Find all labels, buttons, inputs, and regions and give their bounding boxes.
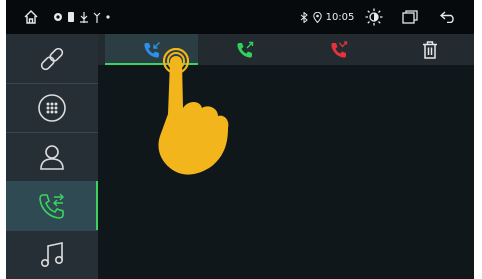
brightness-icon[interactable] — [362, 0, 386, 34]
tab-missed-calls[interactable] — [292, 34, 386, 65]
missed-call-icon — [331, 40, 348, 58]
home-icon[interactable] — [20, 0, 42, 34]
back-icon[interactable] — [436, 0, 460, 34]
signal-antenna-icon — [92, 0, 102, 34]
sidebar-item-link[interactable] — [6, 34, 98, 83]
sidebar — [6, 34, 98, 279]
dialpad-icon — [38, 93, 66, 122]
bluetooth-icon — [298, 0, 310, 34]
link-icon — [40, 47, 64, 70]
outgoing-call-icon — [237, 41, 254, 58]
sidebar-item-call-log[interactable] — [6, 181, 98, 230]
sidebar-item-dialpad[interactable] — [6, 83, 98, 132]
location-icon — [52, 0, 64, 34]
delete-button[interactable] — [386, 34, 474, 65]
music-icon — [41, 241, 63, 267]
status-bar: 10:05 — [6, 0, 474, 34]
dot-indicator — [105, 0, 111, 34]
sidebar-item-music[interactable] — [6, 230, 98, 279]
call-log-icon — [39, 193, 64, 219]
sidebar-item-contacts[interactable] — [6, 132, 98, 181]
status-time: 10:05 — [325, 11, 355, 23]
head-unit-display: 10:05 — [6, 0, 474, 279]
sim-card-icon — [66, 0, 76, 34]
contacts-icon — [40, 144, 64, 170]
screen: 10:05 — [0, 0, 482, 279]
location-pin-icon — [311, 0, 323, 34]
recent-apps-icon[interactable] — [398, 0, 422, 34]
delete-icon — [423, 40, 437, 59]
usb-icon — [78, 0, 90, 34]
tap-pointer-hand-icon — [158, 47, 229, 175]
